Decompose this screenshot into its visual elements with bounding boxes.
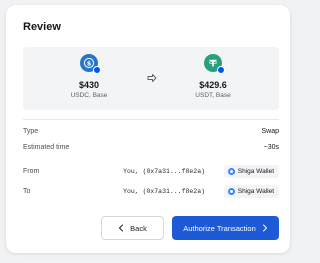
authorize-transaction-button[interactable]: Authorize Transaction: [172, 216, 279, 240]
from-amount: $430: [78, 80, 100, 90]
review-card: Review $ $430 USDC, Base $429.6 USDT, Ba…: [6, 5, 290, 253]
base-chain-icon: [93, 66, 101, 74]
estimated-time-value: ~30s: [263, 144, 279, 151]
estimated-time-row: Estimated time ~30s: [23, 143, 279, 155]
wallet-icon: [227, 188, 235, 195]
svg-text:$: $: [87, 59, 92, 67]
from-row: From You, (0x7a31...f8e2a) Shiga Wallet: [23, 165, 279, 179]
back-button-label: Back: [130, 223, 147, 233]
type-row: Type Swap: [23, 127, 279, 139]
to-amount: $429.6: [199, 80, 227, 90]
review-title: Review: [23, 21, 61, 33]
divider: [23, 119, 279, 120]
usdt-coin-icon: [204, 54, 225, 74]
arrow-right-icon: [147, 74, 157, 82]
to-row: To You, (0x7a31...f8e2a) Shiga Wallet: [23, 185, 279, 199]
type-label: Type: [23, 128, 39, 135]
wallet-icon: [227, 168, 235, 175]
to-wallet-name: Shiga Wallet: [237, 188, 274, 195]
to-wallet-chip[interactable]: Shiga Wallet: [223, 185, 279, 198]
chevron-left-icon: [119, 224, 124, 232]
chevron-right-icon: [262, 224, 267, 232]
from-address: You, (0x7a31...f8e2a): [123, 168, 205, 175]
from-asset: $ $430 USDC, Base: [49, 54, 129, 99]
to-address: You, (0x7a31...f8e2a): [123, 188, 205, 195]
from-asset-label: USDC, Base: [70, 92, 108, 99]
estimated-time-label: Estimated time: [23, 144, 70, 151]
to-asset: $429.6 USDT, Base: [173, 54, 253, 99]
from-label: From: [23, 168, 40, 175]
from-wallet-chip[interactable]: Shiga Wallet: [223, 165, 279, 178]
to-label: To: [23, 188, 31, 195]
base-chain-icon: [217, 66, 225, 74]
usdc-coin-icon: $: [80, 54, 101, 74]
to-asset-label: USDT, Base: [195, 92, 231, 99]
type-value: Swap: [261, 128, 279, 135]
authorize-button-label: Authorize Transaction: [183, 223, 256, 233]
back-button[interactable]: Back: [101, 216, 164, 240]
swap-summary: $ $430 USDC, Base $429.6 USDT, Base: [23, 47, 279, 110]
from-wallet-name: Shiga Wallet: [237, 168, 274, 175]
